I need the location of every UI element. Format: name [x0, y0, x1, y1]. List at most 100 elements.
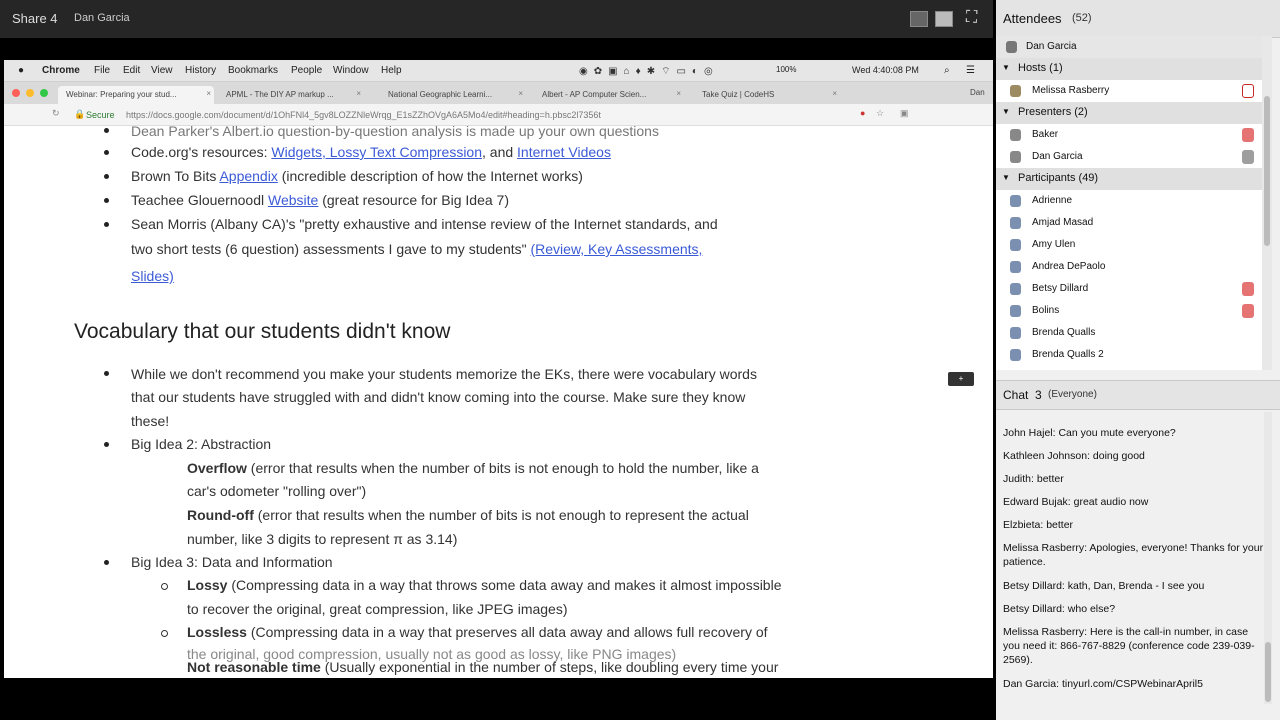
menu-people[interactable]: People: [291, 65, 322, 76]
attendee-row[interactable]: Melissa Rasberry: [996, 80, 1262, 102]
hosts-group[interactable]: ▼ Hosts (1): [996, 58, 1262, 80]
tab-label: Albert - AP Computer Scien...: [542, 90, 647, 99]
close-tab-icon[interactable]: ×: [832, 89, 837, 98]
reload-icon[interactable]: ↻: [52, 108, 60, 119]
appendix-link[interactable]: Appendix: [219, 168, 277, 184]
attendee-row[interactable]: Dan Garcia: [996, 146, 1262, 168]
text: (Compressing data in a way that preserve…: [246, 624, 768, 640]
chat-message: Dan Garcia: tinyurl.com/CSPWebinarApril5: [1003, 677, 1265, 691]
browser-tab-2[interactable]: National Geographic Learni... ×: [380, 86, 526, 104]
browser-tab-1[interactable]: APML - The DIY AP markup ... ×: [218, 86, 364, 104]
close-tab-icon[interactable]: ×: [676, 89, 681, 98]
menu-window[interactable]: Window: [333, 65, 369, 76]
chat-message: Kathleen Johnson: doing good: [1003, 449, 1265, 463]
doc-line-top: Dean Parker's Albert.io question-by-ques…: [131, 126, 659, 139]
profile-name[interactable]: Dan: [970, 88, 985, 97]
attendee-row[interactable]: Bolins: [996, 300, 1262, 322]
text: (Compressing data in a way that throws s…: [227, 577, 782, 593]
mic-muted-icon[interactable]: [1242, 304, 1254, 318]
attendee-row[interactable]: Andrea DePaolo: [996, 256, 1262, 278]
presenters-group[interactable]: ▼ Presenters (2): [996, 102, 1262, 124]
attendee-row[interactable]: Amjad Masad: [996, 212, 1262, 234]
mic-muted-icon[interactable]: [1242, 84, 1254, 98]
attendee-row[interactable]: Amy Ulen: [996, 234, 1262, 256]
minimize-window-icon[interactable]: [26, 89, 34, 97]
spotlight-icon[interactable]: ⌕: [944, 65, 950, 76]
sean-line-1: Sean Morris (Albany CA)'s "pretty exhaus…: [131, 216, 718, 232]
chevron-down-icon[interactable]: ▼: [1002, 107, 1010, 116]
webcam-user-icon: [1006, 41, 1017, 53]
fullscreen-icon[interactable]: ⛶: [966, 9, 977, 27]
extension-icon[interactable]: ●: [860, 108, 865, 118]
menu-list-icon[interactable]: ☰: [966, 65, 975, 76]
user-icon: [1010, 283, 1021, 295]
url-text[interactable]: https://docs.google.com/document/d/1OhFN…: [126, 110, 601, 120]
attendee-row[interactable]: Brenda Qualls 2: [996, 344, 1262, 370]
chevron-down-icon[interactable]: ▼: [1002, 63, 1010, 72]
attendee-row[interactable]: Brenda Qualls: [996, 322, 1262, 344]
close-window-icon[interactable]: [12, 89, 20, 97]
chat-number: 3: [1035, 388, 1042, 402]
me-row[interactable]: Dan Garcia: [996, 36, 1262, 58]
mic-muted-icon[interactable]: [1242, 128, 1254, 142]
attendee-row[interactable]: Baker: [996, 124, 1262, 146]
menu-bookmarks[interactable]: Bookmarks: [228, 65, 278, 76]
menu-view[interactable]: View: [151, 65, 173, 76]
view-mode-icon[interactable]: [910, 11, 928, 27]
attendees-scrollbar[interactable]: [1262, 36, 1272, 370]
participants-group[interactable]: ▼ Participants (49): [996, 168, 1262, 190]
attendee-name: Melissa Rasberry: [1032, 85, 1110, 96]
chat-message: Betsy Dillard: who else?: [1003, 602, 1265, 616]
scrollbar-thumb[interactable]: [1265, 642, 1271, 702]
extension-2-icon[interactable]: ▣: [900, 108, 909, 119]
widgets-link[interactable]: Widgets, Lossy Text Compression: [271, 144, 482, 160]
close-tab-icon[interactable]: ×: [356, 89, 361, 98]
overflow-line-1: Overflow (error that results when the nu…: [187, 460, 759, 476]
secure-label: Secure: [86, 110, 115, 120]
menu-app-name[interactable]: Chrome: [42, 65, 80, 76]
attendee-row[interactable]: Adrienne: [996, 190, 1262, 212]
apple-icon[interactable]: ●: [18, 65, 24, 76]
mic-active-icon[interactable]: [1242, 150, 1254, 164]
shared-screen: ● Chrome File Edit View History Bookmark…: [4, 60, 993, 678]
menu-edit[interactable]: Edit: [123, 65, 140, 76]
bullet: [104, 442, 109, 447]
menu-file[interactable]: File: [94, 65, 110, 76]
browser-tab-0[interactable]: Webinar: Preparing your stud... ×: [58, 86, 214, 104]
chat-message: Judith: better: [1003, 472, 1265, 486]
review-link[interactable]: (Review, Key Assessments,: [530, 241, 702, 257]
attendees-header: Attendees (52): [996, 0, 1280, 38]
attendee-name: Bolins: [1032, 305, 1060, 316]
sender: Melissa Rasberry:: [1003, 542, 1088, 554]
chat-scrollbar[interactable]: [1264, 412, 1272, 704]
lossy-line-1: Lossy (Compressing data in a way that th…: [187, 577, 782, 593]
slides-link[interactable]: Slides): [131, 268, 174, 284]
close-tab-icon[interactable]: ×: [518, 89, 523, 98]
sender: Melissa Rasberry:: [1003, 626, 1088, 638]
attendee-name: Betsy Dillard: [1032, 283, 1089, 294]
fit-screen-icon[interactable]: [935, 11, 953, 27]
vocab-line-2: that our students have struggled with an…: [131, 389, 746, 405]
chat-message: Edward Bujak: great audio now: [1003, 495, 1265, 509]
me-name: Dan Garcia: [1026, 41, 1077, 52]
mac-menu-bar: ● Chrome File Edit View History Bookmark…: [4, 60, 993, 82]
comment-badge-icon[interactable]: +: [948, 372, 974, 386]
website-link[interactable]: Website: [268, 192, 318, 208]
chevron-down-icon[interactable]: ▼: [1002, 173, 1010, 182]
vocab-line-1: While we don't recommend you make your s…: [131, 366, 757, 382]
chat-scope: (Everyone): [1048, 389, 1097, 400]
sender: Edward Bujak:: [1003, 496, 1071, 508]
attendee-row[interactable]: Betsy Dillard: [996, 278, 1262, 300]
menu-history[interactable]: History: [185, 65, 216, 76]
internet-videos-link[interactable]: Internet Videos: [517, 144, 611, 160]
browser-tab-3[interactable]: Albert - AP Computer Scien... ×: [534, 86, 684, 104]
scrollbar-thumb[interactable]: [1264, 96, 1270, 246]
zoom-window-icon[interactable]: [40, 89, 48, 97]
address-bar[interactable]: ↻ 🔒 Secure https://docs.google.com/docum…: [4, 104, 993, 126]
bookmark-star-icon[interactable]: ☆: [876, 108, 884, 119]
message-text: better: [1033, 473, 1064, 485]
menu-help[interactable]: Help: [381, 65, 402, 76]
close-tab-icon[interactable]: ×: [206, 89, 211, 98]
browser-tab-4[interactable]: Take Quiz | CodeHS ×: [694, 86, 840, 104]
mic-muted-icon[interactable]: [1242, 282, 1254, 296]
